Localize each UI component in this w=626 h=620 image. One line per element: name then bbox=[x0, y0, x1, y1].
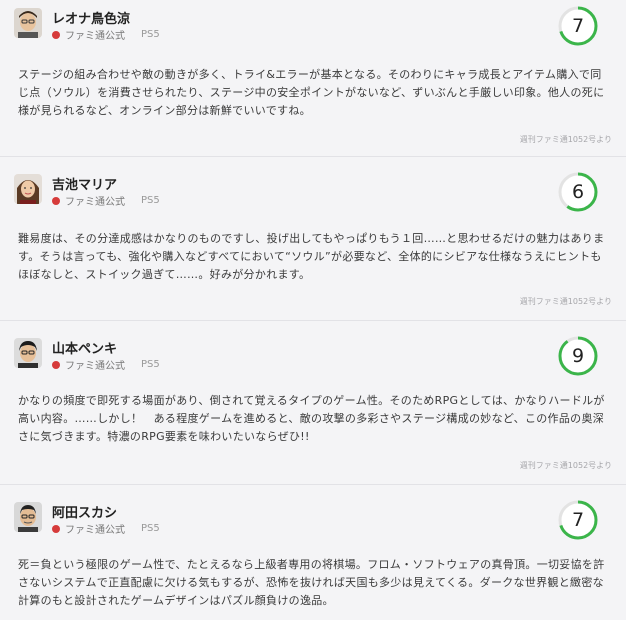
score-ring: 7 bbox=[558, 500, 598, 540]
score-value: 9 bbox=[571, 345, 585, 367]
platform-label: PS5 bbox=[141, 359, 160, 370]
famitsu-red-dot-icon bbox=[52, 524, 60, 533]
outlet-label: ファミ通公式 bbox=[65, 31, 125, 42]
reviewer-name[interactable]: 吉池マリア bbox=[52, 174, 117, 193]
famitsu-red-dot-icon bbox=[52, 196, 60, 205]
famitsu-red-dot-icon bbox=[52, 360, 60, 369]
review-meta: ファミ通公式 PS5 bbox=[52, 521, 160, 536]
score-ring: 6 bbox=[558, 172, 598, 212]
review-header: レオナ鳥色涼 ファミ通公式 PS5 7 bbox=[12, 6, 614, 46]
review-card: レオナ鳥色涼 ファミ通公式 PS5 7 ステージの組み合わせや敵の動きが多く、ト… bbox=[0, 6, 626, 144]
review-source: 週刊ファミ通1052号より bbox=[519, 135, 612, 144]
review-divider bbox=[0, 484, 626, 485]
review-card: 阿田スカシ ファミ通公式 PS5 7 死＝負という極限のゲーム性で、たとえるなら… bbox=[0, 500, 626, 610]
review-source: 週刊ファミ通1052号より bbox=[519, 461, 612, 470]
reviewer-avatar-icon[interactable] bbox=[14, 502, 42, 532]
review-header: 山本ペンキ ファミ通公式 PS5 9 bbox=[12, 336, 614, 376]
reviewer-avatar-icon[interactable] bbox=[14, 338, 42, 368]
famitsu-red-dot-icon bbox=[52, 30, 60, 39]
review-meta: ファミ通公式 PS5 bbox=[52, 193, 160, 208]
score-value: 7 bbox=[571, 15, 585, 37]
reviewer-avatar-icon[interactable] bbox=[14, 174, 42, 204]
review-meta: ファミ通公式 PS5 bbox=[52, 357, 160, 372]
reviewer-name[interactable]: 山本ペンキ bbox=[52, 338, 117, 357]
review-source: 週刊ファミ通1052号より bbox=[519, 297, 612, 306]
reviewer-name[interactable]: レオナ鳥色涼 bbox=[52, 8, 130, 27]
review-meta: ファミ通公式 PS5 bbox=[52, 27, 160, 42]
review-card: 山本ペンキ ファミ通公式 PS5 9 かなりの頻度で即死する場面があり、倒されて… bbox=[0, 336, 626, 470]
review-text: 難易度は、その分達成感はかなりのものですし、投げ出してもやっぱりもう１回……と思… bbox=[18, 232, 605, 281]
review-header: 吉池マリア ファミ通公式 PS5 6 bbox=[12, 172, 614, 212]
review-divider bbox=[0, 156, 626, 157]
score-value: 7 bbox=[571, 509, 585, 531]
review-divider bbox=[0, 320, 626, 321]
reviewer-avatar-icon[interactable] bbox=[14, 8, 42, 38]
review-text: ステージの組み合わせや敵の動きが多く、トライ&エラーが基本となる。そのわりにキャ… bbox=[18, 68, 605, 117]
review-card: 吉池マリア ファミ通公式 PS5 6 難易度は、その分達成感はかなりのものですし… bbox=[0, 172, 626, 306]
review-list: レオナ鳥色涼 ファミ通公式 PS5 7 ステージの組み合わせや敵の動きが多く、ト… bbox=[0, 0, 626, 620]
review-header: 阿田スカシ ファミ通公式 PS5 7 bbox=[12, 500, 614, 540]
score-ring: 7 bbox=[558, 6, 598, 46]
score-ring: 9 bbox=[558, 336, 598, 376]
outlet-label: ファミ通公式 bbox=[65, 361, 125, 372]
platform-label: PS5 bbox=[141, 195, 160, 206]
platform-label: PS5 bbox=[141, 29, 160, 40]
review-text: 死＝負という極限のゲーム性で、たとえるなら上級者専用の将棋場。フロム・ソフトウェ… bbox=[18, 558, 605, 607]
score-value: 6 bbox=[571, 181, 585, 203]
platform-label: PS5 bbox=[141, 523, 160, 534]
review-text: かなりの頻度で即死する場面があり、倒されて覚えるタイプのゲーム性。そのためRPG… bbox=[18, 394, 605, 443]
outlet-label: ファミ通公式 bbox=[65, 197, 125, 208]
reviewer-name[interactable]: 阿田スカシ bbox=[52, 502, 117, 521]
outlet-label: ファミ通公式 bbox=[65, 525, 125, 536]
